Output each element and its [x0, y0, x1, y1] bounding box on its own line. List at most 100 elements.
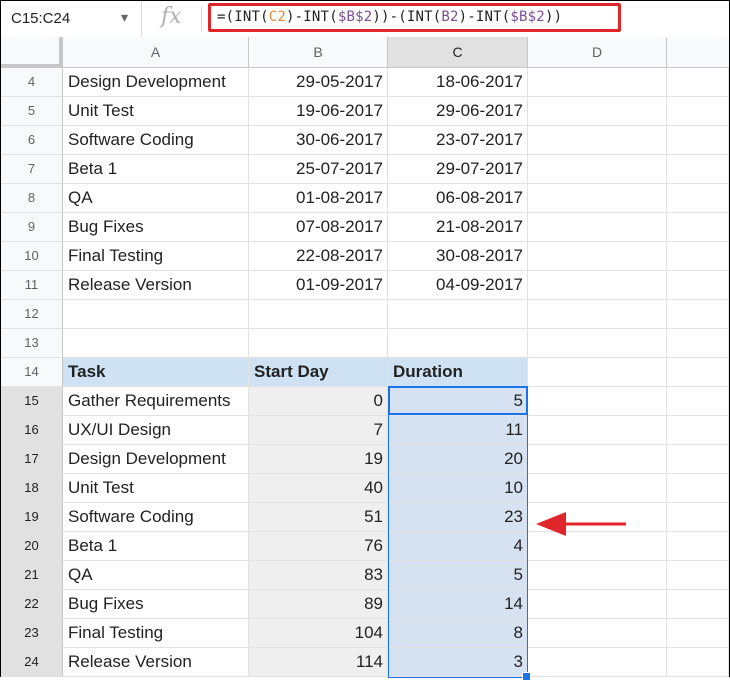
row-header-21[interactable]: 21	[1, 561, 63, 590]
cell-e7[interactable]	[667, 155, 729, 184]
cell-a15[interactable]: Gather Requirements	[63, 387, 249, 416]
select-all-corner[interactable]	[1, 37, 63, 68]
cell-e21[interactable]	[667, 561, 729, 590]
column-header-d[interactable]: D	[528, 37, 667, 68]
cell-a4[interactable]: Design Development	[63, 68, 249, 97]
row-header-8[interactable]: 8	[1, 184, 63, 213]
row-header-7[interactable]: 7	[1, 155, 63, 184]
column-header-c[interactable]: C	[388, 37, 528, 68]
row-header-4[interactable]: 4	[1, 68, 63, 97]
cell-c5[interactable]: 29-06-2017	[388, 97, 528, 126]
cell-e15[interactable]	[667, 387, 729, 416]
cell-b7[interactable]: 25-07-2017	[249, 155, 388, 184]
cell-d14[interactable]	[528, 358, 667, 387]
cell-a13[interactable]	[63, 329, 249, 358]
cell-c11[interactable]: 04-09-2017	[388, 271, 528, 300]
row-header-23[interactable]: 23	[1, 619, 63, 648]
cell-a23[interactable]: Final Testing	[63, 619, 249, 648]
cell-a14[interactable]: Task	[63, 358, 249, 387]
cell-d15[interactable]	[528, 387, 667, 416]
cell-c17[interactable]: 20	[388, 445, 528, 474]
cell-b11[interactable]: 01-09-2017	[249, 271, 388, 300]
name-box[interactable]: C15:C24 ▾	[1, 1, 142, 37]
cell-b21[interactable]: 83	[249, 561, 388, 590]
cell-e19[interactable]	[667, 503, 729, 532]
row-header-13[interactable]: 13	[1, 329, 63, 358]
cell-d5[interactable]	[528, 97, 667, 126]
cell-a6[interactable]: Software Coding	[63, 126, 249, 155]
cell-e6[interactable]	[667, 126, 729, 155]
row-header-12[interactable]: 12	[1, 300, 63, 329]
cell-e5[interactable]	[667, 97, 729, 126]
row-header-17[interactable]: 17	[1, 445, 63, 474]
cell-d4[interactable]	[528, 68, 667, 97]
cell-b16[interactable]: 7	[249, 416, 388, 445]
cell-d24[interactable]	[528, 648, 667, 677]
cell-b9[interactable]: 07-08-2017	[249, 213, 388, 242]
cell-a21[interactable]: QA	[63, 561, 249, 590]
cell-a19[interactable]: Software Coding	[63, 503, 249, 532]
cell-d22[interactable]	[528, 590, 667, 619]
cell-e23[interactable]	[667, 619, 729, 648]
cell-e11[interactable]	[667, 271, 729, 300]
cell-c16[interactable]: 11	[388, 416, 528, 445]
cell-a18[interactable]: Unit Test	[63, 474, 249, 503]
cell-e22[interactable]	[667, 590, 729, 619]
cell-a24[interactable]: Release Version	[63, 648, 249, 677]
cell-d21[interactable]	[528, 561, 667, 590]
cell-d23[interactable]	[528, 619, 667, 648]
cell-b12[interactable]	[249, 300, 388, 329]
row-header-6[interactable]: 6	[1, 126, 63, 155]
row-header-11[interactable]: 11	[1, 271, 63, 300]
cell-e16[interactable]	[667, 416, 729, 445]
cell-a5[interactable]: Unit Test	[63, 97, 249, 126]
cell-c18[interactable]: 10	[388, 474, 528, 503]
row-header-14[interactable]: 14	[1, 358, 63, 387]
cell-d7[interactable]	[528, 155, 667, 184]
cell-a20[interactable]: Beta 1	[63, 532, 249, 561]
cell-e20[interactable]	[667, 532, 729, 561]
cell-d6[interactable]	[528, 126, 667, 155]
cell-e14[interactable]	[667, 358, 729, 387]
cell-c9[interactable]: 21-08-2017	[388, 213, 528, 242]
cell-c21[interactable]: 5	[388, 561, 528, 590]
cell-b10[interactable]: 22-08-2017	[249, 242, 388, 271]
cell-e17[interactable]	[667, 445, 729, 474]
cell-c6[interactable]: 23-07-2017	[388, 126, 528, 155]
cell-b19[interactable]: 51	[249, 503, 388, 532]
cell-d9[interactable]	[528, 213, 667, 242]
cell-b8[interactable]: 01-08-2017	[249, 184, 388, 213]
cell-b14[interactable]: Start Day	[249, 358, 388, 387]
cell-d10[interactable]	[528, 242, 667, 271]
cell-a22[interactable]: Bug Fixes	[63, 590, 249, 619]
cell-c24[interactable]: 3	[388, 648, 528, 677]
cell-c13[interactable]	[388, 329, 528, 358]
cell-e10[interactable]	[667, 242, 729, 271]
cell-c23[interactable]: 8	[388, 619, 528, 648]
row-header-18[interactable]: 18	[1, 474, 63, 503]
cell-a16[interactable]: UX/UI Design	[63, 416, 249, 445]
cell-c7[interactable]: 29-07-2017	[388, 155, 528, 184]
cell-c19[interactable]: 23	[388, 503, 528, 532]
cell-e24[interactable]	[667, 648, 729, 677]
row-header-20[interactable]: 20	[1, 532, 63, 561]
cell-e18[interactable]	[667, 474, 729, 503]
row-header-9[interactable]: 9	[1, 213, 63, 242]
cell-d8[interactable]	[528, 184, 667, 213]
cell-a9[interactable]: Bug Fixes	[63, 213, 249, 242]
cell-c8[interactable]: 06-08-2017	[388, 184, 528, 213]
row-header-22[interactable]: 22	[1, 590, 63, 619]
cell-d13[interactable]	[528, 329, 667, 358]
cell-b13[interactable]	[249, 329, 388, 358]
cell-b6[interactable]: 30-06-2017	[249, 126, 388, 155]
cell-b24[interactable]: 114	[249, 648, 388, 677]
row-header-19[interactable]: 19	[1, 503, 63, 532]
cell-e12[interactable]	[667, 300, 729, 329]
cell-a10[interactable]: Final Testing	[63, 242, 249, 271]
cell-e9[interactable]	[667, 213, 729, 242]
cell-b20[interactable]: 76	[249, 532, 388, 561]
cell-a17[interactable]: Design Development	[63, 445, 249, 474]
cell-b18[interactable]: 40	[249, 474, 388, 503]
row-header-10[interactable]: 10	[1, 242, 63, 271]
cell-a12[interactable]	[63, 300, 249, 329]
